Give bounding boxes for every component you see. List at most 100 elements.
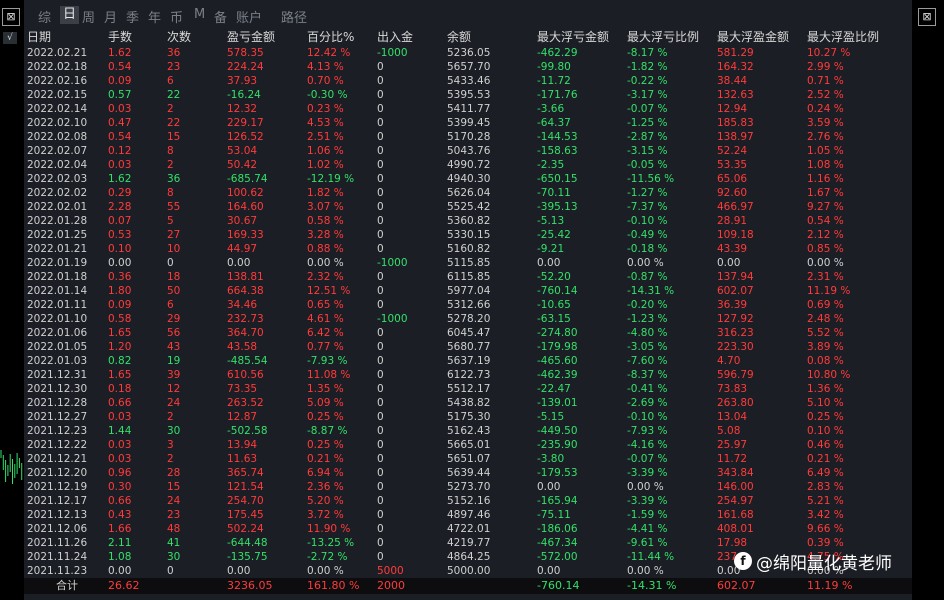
table-row[interactable]: 2021.12.28 0.66 24 263.52 5.09 % 0 5438.82 -139…	[24, 396, 912, 410]
column-header-max-float-profit[interactable]: 最大浮盈金额	[717, 30, 789, 44]
cell-date: 2022.02.15	[27, 89, 88, 101]
cell-max-float-loss: -64.37	[537, 117, 571, 129]
table-row[interactable]: 2022.02.08 0.54 15 126.52 2.51 % 0 5170.28 -144…	[24, 130, 912, 144]
right-edge: ⊠	[912, 0, 944, 600]
table-row[interactable]: 2022.01.10 0.58 29 232.73 4.61 % -1000 5278.20…	[24, 312, 912, 326]
table-row[interactable]: 2022.02.07 0.12 8 53.04 1.06 % 0 5043.76 -158.6…	[24, 144, 912, 158]
column-header-date[interactable]: 日期	[27, 30, 51, 44]
cell-pnl: -685.74	[227, 173, 268, 185]
table-row[interactable]: 2022.01.14 1.80 50 664.38 12.51 % 0 5977.04 -76…	[24, 284, 912, 298]
cell-lots: 0.54	[108, 61, 132, 73]
cell-max-float-profit-pct: 11.19 %	[807, 285, 851, 297]
table-row[interactable]: 2022.02.14 0.03 2 12.32 0.23 % 0 5411.77 -3.66 -…	[24, 102, 912, 116]
table-row[interactable]: 2022.02.02 0.29 8 100.62 1.82 % 0 5626.04 -70.1…	[24, 186, 912, 200]
cell-trades: 50	[167, 285, 181, 297]
cell-max-float-loss: -3.80	[537, 453, 565, 465]
tab-0[interactable]: 综	[38, 7, 51, 26]
table-row[interactable]: 2022.02.10 0.47 22 229.17 4.53 % 0 5399.45 -64.…	[24, 116, 912, 130]
column-header-max-float-loss[interactable]: 最大浮亏金额	[537, 30, 609, 44]
tab-3[interactable]: 月	[104, 7, 117, 26]
tab-1[interactable]: 日	[60, 6, 80, 24]
table-row[interactable]: 2022.01.18 0.36 18 138.81 2.32 % 0 6115.85 -52.…	[24, 270, 912, 284]
cell-balance: 4897.46	[447, 509, 491, 521]
table-row[interactable]: 2021.12.06 1.66 48 502.24 11.90 % 0 4722.01 -18…	[24, 522, 912, 536]
cell-cashflow: 0	[377, 327, 384, 339]
table-row[interactable]: 2021.12.20 0.96 28 365.74 6.94 % 0 5639.44 -179…	[24, 466, 912, 480]
column-header-balance[interactable]: 余额	[447, 30, 471, 44]
tab-9[interactable]: 账户	[236, 7, 262, 26]
cell-balance: 5395.53	[447, 89, 491, 101]
column-header-lots[interactable]: 手数	[108, 30, 132, 44]
cell-date: 2022.01.25	[27, 229, 88, 241]
cell-max-float-profit: 25.97	[717, 439, 748, 451]
column-header-pnl[interactable]: 盈亏金额	[227, 30, 275, 44]
table-row[interactable]: 2022.01.25 0.53 27 169.33 3.28 % 0 5330.15 -25.…	[24, 228, 912, 242]
tab-5[interactable]: 年	[148, 7, 161, 26]
column-header-trades[interactable]: 次数	[167, 30, 191, 44]
checkmark-icon[interactable]: √	[3, 32, 17, 44]
table-row[interactable]: 2022.01.19 0.00 0 0.00 0.00 % -1000 5115.85 0.0…	[24, 256, 912, 270]
cell-balance: 5977.04	[447, 285, 491, 297]
tab-6[interactable]: 币	[170, 7, 183, 26]
column-header-max-float-profit-pct[interactable]: 最大浮盈比例	[807, 30, 879, 44]
table-row[interactable]: 2022.02.04 0.03 2 50.42 1.02 % 0 4990.72 -2.35 -…	[24, 158, 912, 172]
cell-max-float-loss-pct: -0.18 %	[627, 243, 668, 255]
cell-trades: 12	[167, 383, 181, 395]
table-row[interactable]: 2021.12.27 0.03 2 12.87 0.25 % 0 5175.30 -5.15 -…	[24, 410, 912, 424]
cell-cashflow: 0	[377, 551, 384, 563]
cell-max-float-profit: 408.01	[717, 523, 754, 535]
cell-date: 2022.02.03	[27, 173, 88, 185]
cell-lots: 0.53	[108, 229, 132, 241]
table-row[interactable]: 2021.12.19 0.30 15 121.54 2.36 % 0 5273.70 0.00…	[24, 480, 912, 494]
cell-date: 2021.12.06	[27, 523, 88, 535]
table-row[interactable]: 2021.12.17 0.66 24 254.70 5.20 % 0 5152.16 -165…	[24, 494, 912, 508]
cell-cashflow: 0	[377, 397, 384, 409]
tab-10[interactable]: 路径	[281, 7, 307, 26]
tab-4[interactable]: 季	[126, 7, 139, 26]
table-row[interactable]: 2021.12.13 0.43 23 175.45 3.72 % 0 4897.46 -75.…	[24, 508, 912, 522]
cell-max-float-loss: -2.35	[537, 159, 565, 171]
table-row[interactable]: 2022.02.03 1.62 36 -685.74 -12.19 % 0 4940.30 -…	[24, 172, 912, 186]
cell-max-float-loss: -52.20	[537, 271, 571, 283]
cell-lots: 0.09	[108, 75, 132, 87]
table-row[interactable]: 2022.01.05 1.20 43 43.58 0.77 % 0 5680.77 -179.…	[24, 340, 912, 354]
column-header-pct[interactable]: 百分比%	[307, 30, 354, 44]
cell-max-float-loss-pct: 0.00 %	[627, 481, 664, 493]
table-row[interactable]: 2022.02.01 2.28 55 164.60 3.07 % 0 5525.42 -395…	[24, 200, 912, 214]
table-row[interactable]: 2021.12.22 0.03 3 13.94 0.25 % 0 5665.01 -235.9…	[24, 438, 912, 452]
table-row[interactable]: 2022.01.03 0.82 19 -485.54 -7.93 % 0 5637.19 -4…	[24, 354, 912, 368]
cell-date: 2022.01.05	[27, 341, 88, 353]
table-row[interactable]: 2021.12.30 0.18 12 73.35 1.35 % 0 5512.17 -22.4…	[24, 382, 912, 396]
table-row[interactable]: 2022.01.11 0.09 6 34.46 0.65 % 0 5312.66 -10.65…	[24, 298, 912, 312]
cell-max-float-profit: 12.94	[717, 103, 748, 115]
cell-cashflow: 0	[377, 481, 384, 493]
table-row[interactable]: 2022.01.28 0.07 5 30.67 0.58 % 0 5360.82 -5.13 -…	[24, 214, 912, 228]
cell-max-float-loss-pct: -0.07 %	[627, 453, 668, 465]
table-row[interactable]: 2021.12.21 0.03 2 11.63 0.21 % 0 5651.07 -3.80 -…	[24, 452, 912, 466]
table-row[interactable]: 2022.02.16 0.09 6 37.93 0.70 % 0 5433.46 -11.72…	[24, 74, 912, 88]
cell-pct: 6.94 %	[307, 467, 344, 479]
table-row[interactable]: 2022.01.06 1.65 56 364.70 6.42 % 0 6045.47 -274…	[24, 326, 912, 340]
tab-8[interactable]: 备	[214, 7, 227, 26]
cell-trades: 23	[167, 509, 181, 521]
cell-max-float-profit-pct: 0.24 %	[807, 103, 844, 115]
table-row[interactable]: 2022.01.21 0.10 10 44.97 0.88 % 0 5160.82 -9.21…	[24, 242, 912, 256]
table-row[interactable]: 2021.12.31 1.65 39 610.56 11.08 % 0 6122.73 -46…	[24, 368, 912, 382]
tab-2[interactable]: 周	[82, 7, 95, 26]
column-header-cashflow[interactable]: 出入金	[377, 30, 413, 44]
drag-handle-icon-right[interactable]: ⊠	[918, 8, 936, 26]
cell-max-float-profit-pct: 0.85 %	[807, 243, 844, 255]
cell-date: 2022.01.06	[27, 327, 88, 339]
cell-max-float-loss-pct: -0.49 %	[627, 229, 668, 241]
cell-max-float-loss: -70.11	[537, 187, 571, 199]
tab-7[interactable]: M	[194, 7, 205, 22]
table-row[interactable]: 2021.12.23 1.44 30 -502.58 -8.87 % 0 5162.43 -4…	[24, 424, 912, 438]
drag-handle-icon[interactable]: ⊠	[2, 8, 20, 26]
cell-max-float-loss: -179.98	[537, 341, 578, 353]
table-row[interactable]: 2022.02.15 0.57 22 -16.24 -0.30 % 0 5395.53 -17…	[24, 88, 912, 102]
cell-date: 2022.01.03	[27, 355, 88, 367]
table-row[interactable]: 2022.02.21 1.62 36 578.35 12.42 % -1000 5236.0…	[24, 46, 912, 60]
table-row[interactable]: 2022.02.18 0.54 23 224.24 4.13 % 0 5657.70 -99.…	[24, 60, 912, 74]
column-header-max-float-loss-pct[interactable]: 最大浮亏比例	[627, 30, 699, 44]
cell-max-float-loss-pct: -3.17 %	[627, 89, 668, 101]
